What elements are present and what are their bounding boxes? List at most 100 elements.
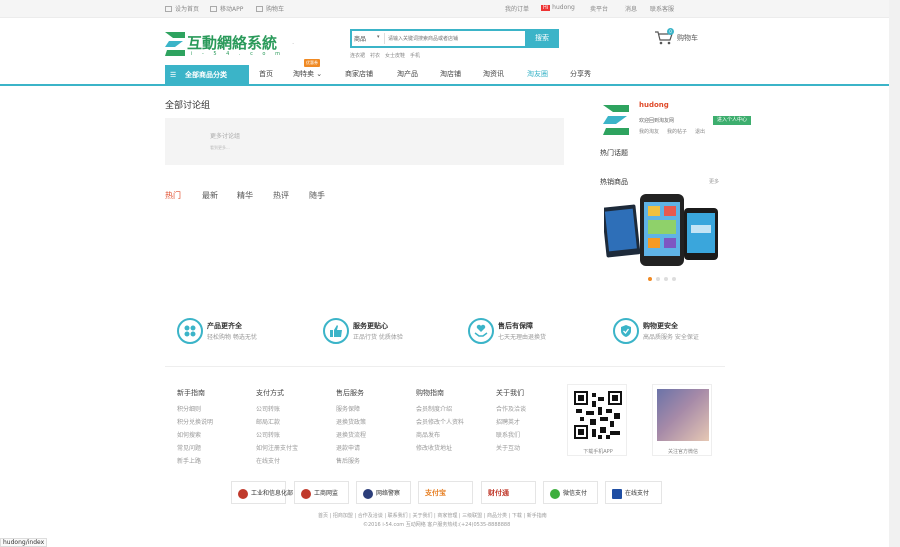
footer-link[interactable]: 公司转账 [256,403,326,416]
footer-link[interactable]: 联系我们 [496,429,566,442]
footer-link[interactable]: 如何搜索 [177,429,247,442]
cert-badge[interactable]: 在线支付 [605,481,662,504]
footer-link[interactable]: 在线支付 [256,455,326,468]
tab-random[interactable]: 随手 [309,190,325,201]
footer-column-payment: 支付方式 公司转账 邮局汇款 公司转账 如何注册支付宝 在线支付 [256,388,326,468]
nav-friends-circle[interactable]: 淘友圈 [527,69,548,79]
footer-link[interactable]: 服务保障 [336,403,406,416]
footer-link[interactable]: 会员制度介绍 [416,403,486,416]
carousel-dot[interactable] [648,277,652,281]
seller-platform-link[interactable]: 卖平台 [590,4,608,13]
grid-icon [177,318,203,344]
user-avatar[interactable] [603,105,631,135]
footer-link[interactable]: 积分细则 [177,403,247,416]
footer-link[interactable]: 关于互动 [496,442,566,455]
tab-hot-comments[interactable]: 热评 [273,190,289,201]
cart-link[interactable]: 购物车 [256,4,284,13]
hotword-link[interactable]: 手机 [410,53,420,59]
wechat-qr-image [657,389,709,441]
footer-link[interactable]: 退换货政策 [336,416,406,429]
cart-button[interactable]: 0 购物车 [655,28,715,47]
footer-link[interactable]: 招聘英才 [496,416,566,429]
scrollbar[interactable] [889,0,900,547]
footer-link[interactable]: 售后服务 [336,455,406,468]
footer-links[interactable]: 首页 | 招商加盟 | 合作及洽谈 | 联系我们 | 关于我们 | 商家管理 |… [318,512,547,519]
set-home-link[interactable]: 设为首页 [165,4,199,13]
footer-divider [165,366,725,367]
home-icon [165,6,172,12]
cart-icon [256,6,263,12]
nav-home[interactable]: 首页 [259,69,273,79]
footer-link[interactable]: 商品发布 [416,429,486,442]
nav-share-show[interactable]: 分享秀 [570,69,591,79]
cert-badge[interactable]: 支付宝 [418,481,473,504]
menu-icon: ☰ [170,71,177,79]
footer-column-shopping: 购物指南 会员制度介绍 会员修改个人资料 商品发布 修改收货地址 [416,388,486,455]
logo-mark-icon [165,32,185,56]
nav-special-sale[interactable]: 淘特卖 ⌄ [293,69,322,79]
footer-link[interactable]: 合作及洽谈 [496,403,566,416]
nav-news[interactable]: 淘资讯 [483,69,504,79]
more-groups-sub[interactable]: 看到更多... [210,145,230,151]
emblem-icon [301,488,311,499]
more-groups-link[interactable]: 更多讨论组 [210,131,240,140]
carousel-dot[interactable] [664,277,668,281]
feature-complete-products: 产品更齐全 轻松购物 畅选无忧 [177,318,307,346]
footer-link[interactable]: 常见问题 [177,442,247,455]
phone-icon [210,6,217,12]
footer-link[interactable]: 退款申请 [336,442,406,455]
nav-products[interactable]: 淘产品 [397,69,418,79]
cert-badge[interactable]: 财付通 [481,481,536,504]
tab-hot[interactable]: 热门 [165,190,181,201]
my-friends-link[interactable]: 我的淘友 [639,129,659,135]
username-link[interactable]: Hi hudong [541,4,575,11]
tab-latest[interactable]: 最新 [202,190,218,201]
my-posts-link[interactable]: 我的帖子 [667,129,687,135]
carousel-dot[interactable] [656,277,660,281]
all-categories-button[interactable]: ☰ 全部商品分类 [165,65,249,85]
footer-link[interactable]: 如何注册支付宝 [256,442,326,455]
hotword-link[interactable]: 连衣裙 [350,53,365,59]
heart-hands-icon [468,318,494,344]
footer-link[interactable]: 积分兑换说明 [177,416,247,429]
footer-column-about: 关于我们 合作及洽谈 招聘英才 联系我们 关于互动 [496,388,566,455]
nav-shops[interactable]: 淘店铺 [440,69,461,79]
nav-merchant-stores[interactable]: 商家店铺 [345,69,373,79]
search-button[interactable]: 搜索 [525,29,559,48]
cart-label: 购物车 [677,34,698,42]
cert-badge[interactable]: 网络警察 [356,481,411,504]
product-phone-image[interactable] [604,192,721,272]
footer-link[interactable]: 会员修改个人资料 [416,416,486,429]
search-divider [384,33,385,44]
mobile-app-link[interactable]: 移动APP [210,4,243,13]
contact-service-link[interactable]: 联系客服 [650,4,674,13]
footer-link[interactable]: 新手上路 [177,455,247,468]
emblem-icon [238,488,248,499]
welcome-text: 欢迎回到淘友网 [639,118,675,124]
police-icon [363,488,373,499]
footer-link[interactable]: 修改收货地址 [416,442,486,455]
cert-badge[interactable]: 工商网监 [294,481,349,504]
cert-badge[interactable]: 工业和信息化部 [231,481,293,504]
cart-count-badge: 0 [667,28,674,35]
tab-featured[interactable]: 精华 [237,190,253,201]
hotword-link[interactable]: 衬衣 [370,53,380,59]
search-input[interactable] [388,32,524,45]
chevron-down-icon: ⌄ [316,70,323,78]
footer-link[interactable]: 退换货流程 [336,429,406,442]
carousel-dots [648,275,680,283]
cert-badge[interactable]: 微信支付 [543,481,598,504]
footer-column-guide: 新手指南 积分细则 积分兑换说明 如何搜索 常见问题 新手上路 [177,388,247,468]
my-orders-link[interactable]: 我的订单 [505,4,529,13]
hotword-link[interactable]: 女士皮鞋 [385,53,405,59]
user-name[interactable]: hudong [639,101,669,109]
more-products-link[interactable]: 更多 [709,178,719,185]
user-center-button[interactable]: 进入个人中心 [713,116,751,125]
messages-link[interactable]: 消息 [625,4,637,13]
search-bar: 商品 ▾ 搜索 [350,29,559,48]
carousel-dot[interactable] [672,277,676,281]
logout-link[interactable]: 退出 [695,129,705,135]
wechat-qr-block: 关注官方微信 [652,384,712,456]
footer-link[interactable]: 邮局汇款 [256,416,326,429]
footer-link[interactable]: 公司转账 [256,429,326,442]
